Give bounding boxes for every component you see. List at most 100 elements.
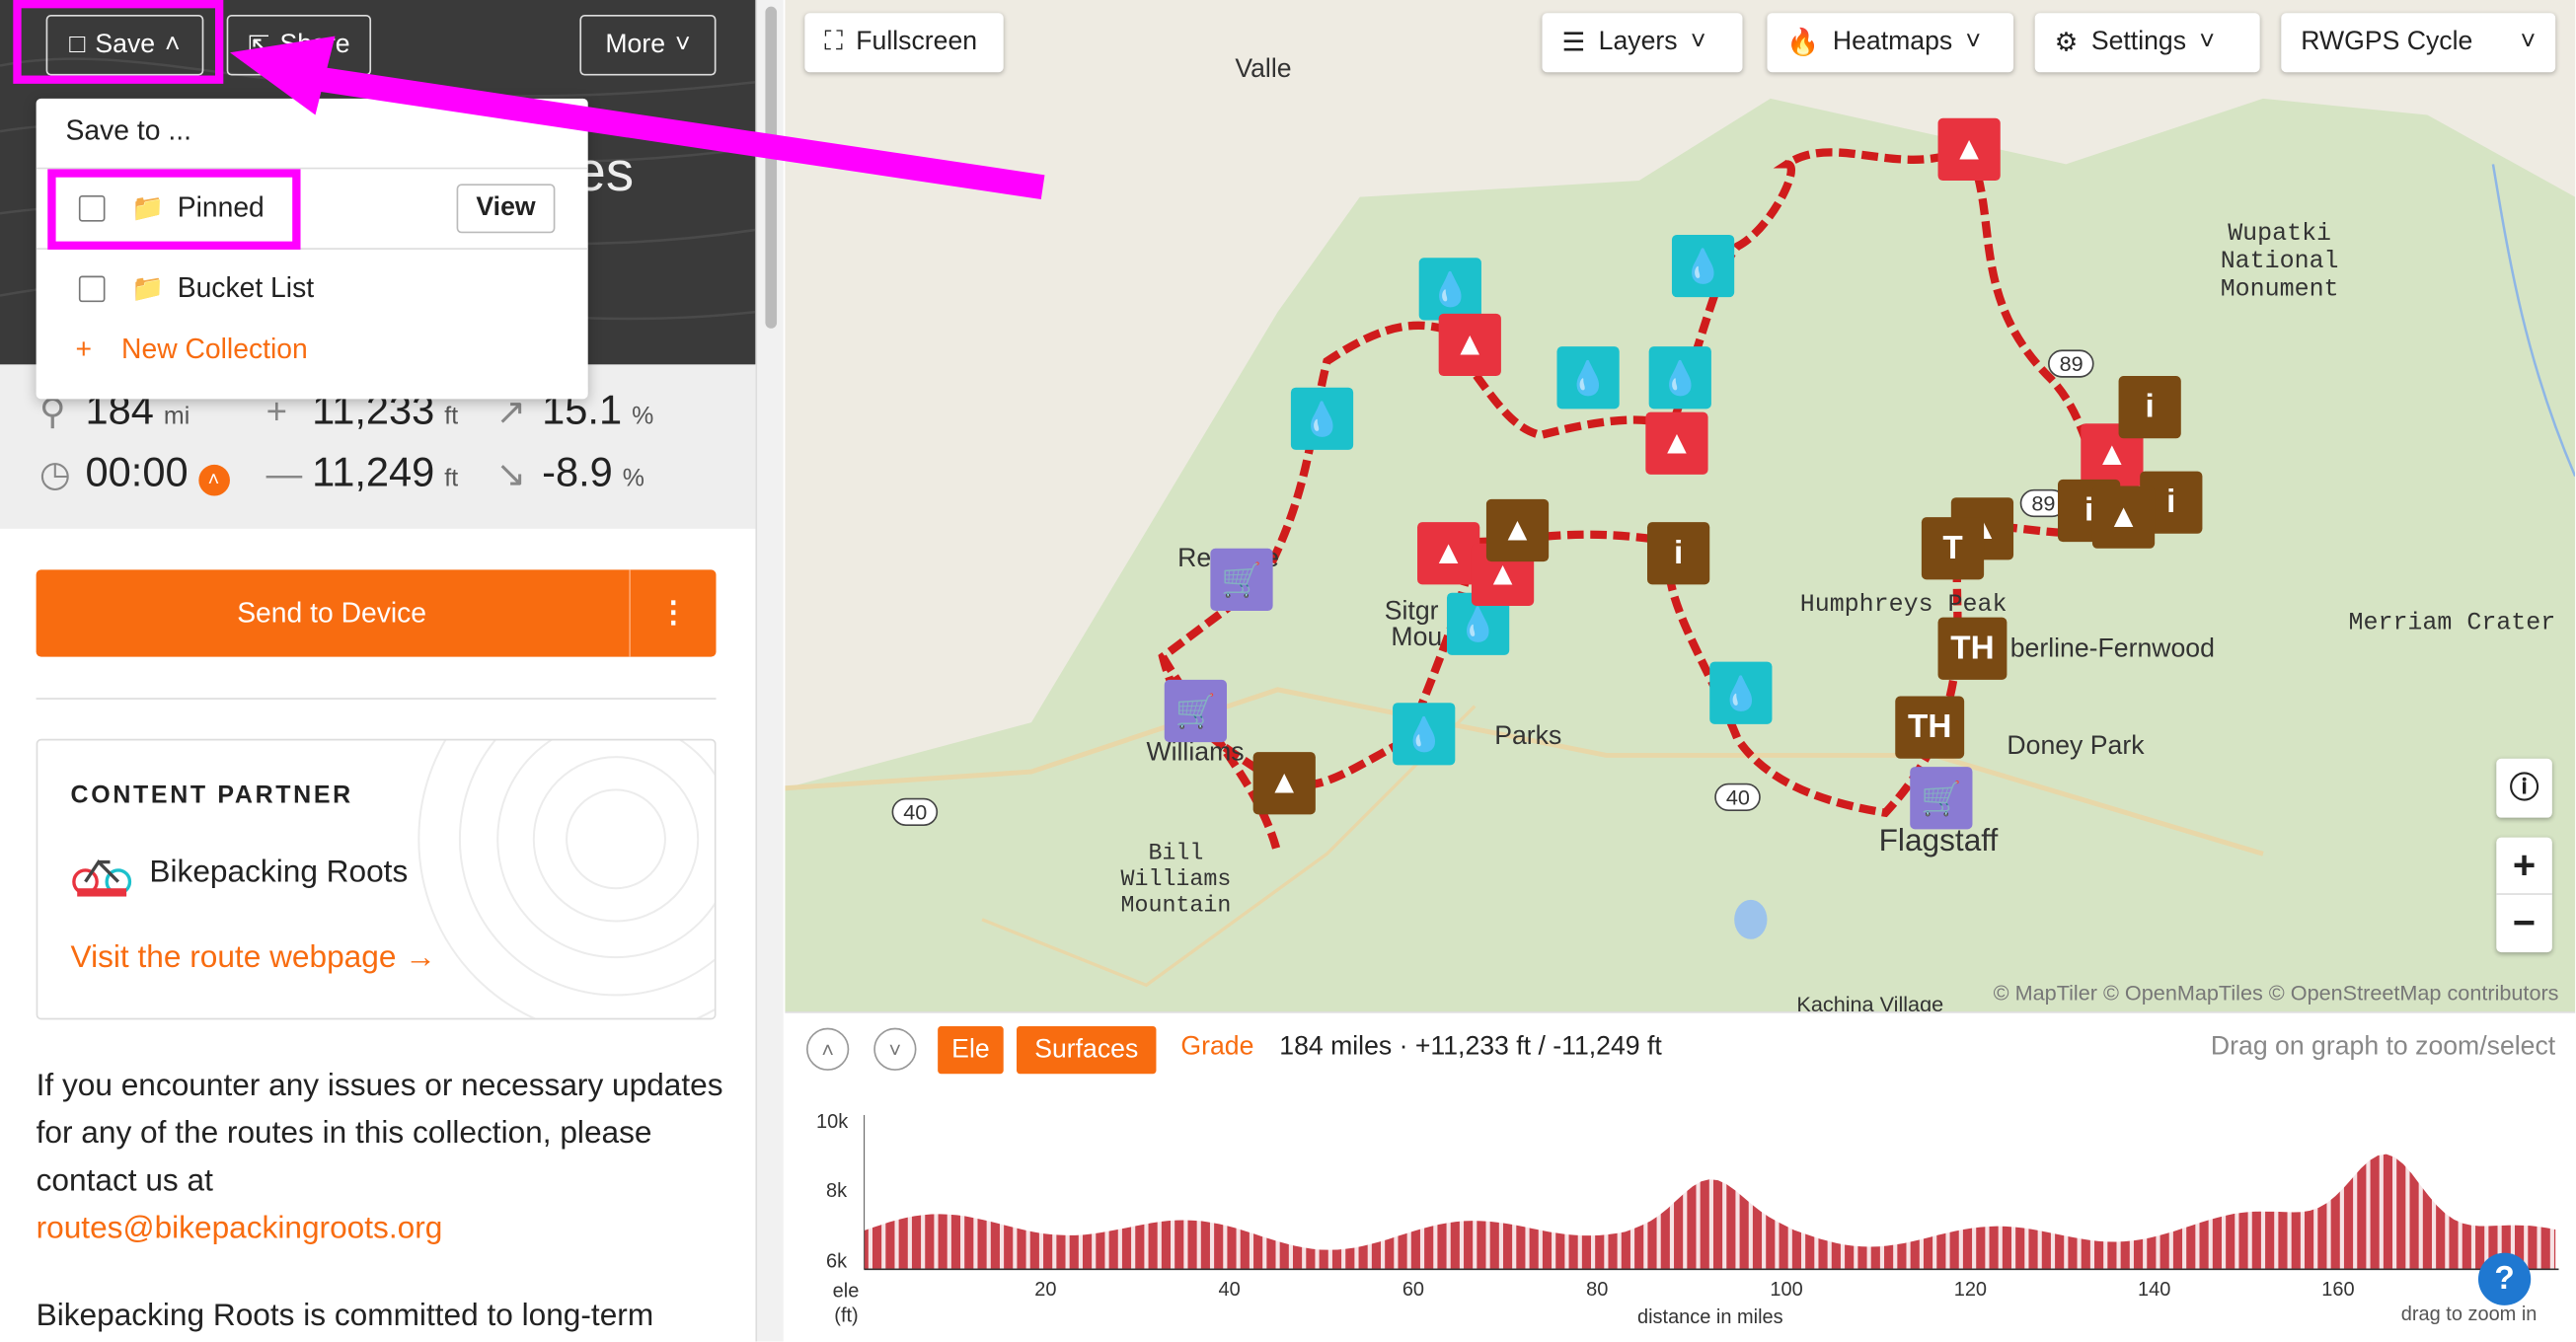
x-tick-label: 40 [1218,1277,1241,1301]
label-williams: Williams [1146,738,1245,768]
trailhead-marker-icon[interactable]: T [1921,517,1985,580]
x-axis-title: distance in miles [1637,1305,1783,1329]
chevron-down-icon: ˅ [888,1036,902,1062]
highway-40-shield: 40 [891,797,939,826]
water-marker-icon[interactable]: 💧 [1556,346,1620,410]
collapse-up-button[interactable]: ˄ [806,1027,850,1071]
map-canvas [785,98,2576,1012]
trailhead-marker-icon[interactable]: TH [1937,617,2008,680]
time-edit-icon[interactable]: ˄ [197,464,230,496]
plus-icon: + [75,333,93,365]
folder-icon: 📁 [131,275,165,304]
water-marker-icon[interactable]: 💧 [1709,661,1773,724]
settings-dropdown[interactable]: ⚙ Settings ˅ [2034,13,2260,73]
y-axis-title: ele [832,1279,860,1303]
help-icon[interactable]: ? [2477,1252,2532,1305]
forest-marker-icon[interactable]: ▲ [2091,485,2156,549]
water-marker-icon[interactable]: 💧 [1418,258,1481,321]
zoom-in-button[interactable]: + [2496,838,2552,895]
bikepacking-roots-logo [72,858,132,897]
tab-grade[interactable]: Grade [1180,1033,1253,1063]
app-root: es □Save˄ ⇱Share More˅ ⚲184mi +11,233ft … [0,0,2576,1342]
store-marker-icon[interactable]: 🛒 [1164,679,1228,743]
time-stat: ◷ 00:00 ˄ [38,450,230,497]
layers-dropdown[interactable]: ☰ Layers ˅ [1542,13,1743,73]
zoom-out-button[interactable]: − [2496,895,2552,952]
store-marker-icon[interactable]: 🛒 [1910,767,1973,830]
map-legend-button[interactable]: ⓘ [2496,758,2552,818]
arrow-down-right-icon: ↘ [495,453,527,494]
label-parks: Parks [1494,722,1562,751]
content-partner-card: CONTENT PARTNER Bikepacking Roots Visit … [36,738,717,1020]
layers-icon: ☰ [1561,29,1586,58]
chevron-down-icon: ˅ [1690,28,1706,56]
grade-down-stat: ↘ -8.9% [495,449,645,496]
tab-elevation[interactable]: Ele [938,1026,1004,1075]
label-sitgreaves: Sitgr [1384,597,1439,626]
route-map[interactable]: ⛶ Fullscreen ☰ Layers ˅ 🔥 Heatmaps ˅ ⚙ Setting… [785,0,2576,1012]
route-webpage-link[interactable]: Visit the route webpage → [71,940,436,977]
trailhead-marker-icon[interactable]: TH [1895,696,1965,759]
send-to-device: Send to Device ⋮ [36,569,717,657]
clock-icon: ◷ [38,453,71,494]
partner-name: Bikepacking Roots [149,855,409,890]
x-tick-label: 160 [2321,1277,2355,1301]
mountain-marker-icon[interactable]: ▲ [1438,313,1501,377]
new-collection-button[interactable]: + New Collection [76,334,308,366]
label-flagstaff: Flagstaff [1878,824,1999,859]
gear-icon: ⚙ [2054,29,2079,58]
tab-surfaces[interactable]: Surfaces [1017,1026,1157,1075]
map-info-icon: ⓘ [2509,772,2539,805]
label-wupatki: Wupatki National Monument [2220,219,2339,304]
commitment-paragraph: Bikepacking Roots is committed to long-t… [36,1299,654,1334]
map-attribution[interactable]: © MapTiler © OpenMapTiles © OpenStreetMa… [1994,980,2559,1005]
elevation-graph[interactable] [864,1114,2559,1273]
map-style-select[interactable]: RWGPS Cycle ˅ [2281,13,2556,73]
x-tick-label: 140 [2138,1277,2171,1301]
label-merriam-crater: Merriam Crater [2348,609,2556,637]
campsite-marker-icon[interactable]: ▲ [1252,752,1316,815]
label-fernwood: berline-Fernwood [2009,634,2215,664]
divider [36,698,717,700]
label-humphreys-peak: Humphreys Peak [1799,591,2008,620]
campsite-marker-icon[interactable]: ▲ [1485,498,1550,562]
y-label-10k: 10k [816,1109,849,1134]
contact-email-link[interactable]: routes@bikepackingroots.org [37,1212,443,1246]
send-to-device-button[interactable]: Send to Device [37,569,628,656]
flame-icon: 🔥 [1786,29,1820,58]
info-marker-icon[interactable]: i [1646,522,1710,585]
partner-heading: CONTENT PARTNER [70,782,353,810]
heatmaps-dropdown[interactable]: 🔥 Heatmaps ˅ [1767,13,2014,73]
graph-hint: Drag on graph to zoom/select [2210,1032,2556,1061]
highway-40-shield: 40 [1714,783,1762,812]
x-tick-label: 120 [1953,1277,1988,1301]
mountain-marker-icon[interactable]: ▲ [1645,411,1708,475]
bucket-list-checkbox[interactable] [78,275,106,303]
label-valle: Valle [1235,55,1292,84]
highway-89-shield: 89 [2048,349,2095,378]
chevron-down-icon: ˅ [2199,28,2215,56]
label-bill-williams-mountain: Bill Williams Mountain [1120,840,1232,920]
store-marker-icon[interactable]: 🛒 [1210,548,1273,612]
info-marker-icon[interactable]: i [2118,376,2181,439]
contact-paragraph: If you encounter any issues or necessary… [36,1069,723,1246]
elevation-summary: 184 miles · +11,233 ft / -11,249 ft [1279,1032,1662,1061]
water-marker-icon[interactable]: 💧 [1671,234,1735,298]
chevron-down-icon: ˅ [1965,28,1982,56]
send-options-button[interactable]: ⋮ [629,569,716,657]
water-marker-icon[interactable]: 💧 [1393,703,1456,766]
highlight-save-button [13,0,224,84]
mountain-marker-icon[interactable]: ▲ [1417,522,1480,585]
save-option-bucket-list[interactable]: 📁 Bucket List [37,257,588,323]
x-tick-label: 60 [1402,1277,1425,1301]
label-doney-park: Doney Park [2007,732,2145,761]
x-tick-label: 20 [1034,1277,1057,1301]
water-marker-icon[interactable]: 💧 [1290,387,1354,450]
x-tick-label: 100 [1770,1277,1803,1301]
water-marker-icon[interactable]: 💧 [1648,346,1711,410]
expand-down-button[interactable]: ˅ [873,1027,917,1071]
minus-icon: — [265,453,303,494]
chevron-up-icon: ˄ [821,1036,834,1062]
annotation-arrow [229,36,1045,200]
mountain-marker-icon[interactable]: ▲ [1937,117,2001,182]
